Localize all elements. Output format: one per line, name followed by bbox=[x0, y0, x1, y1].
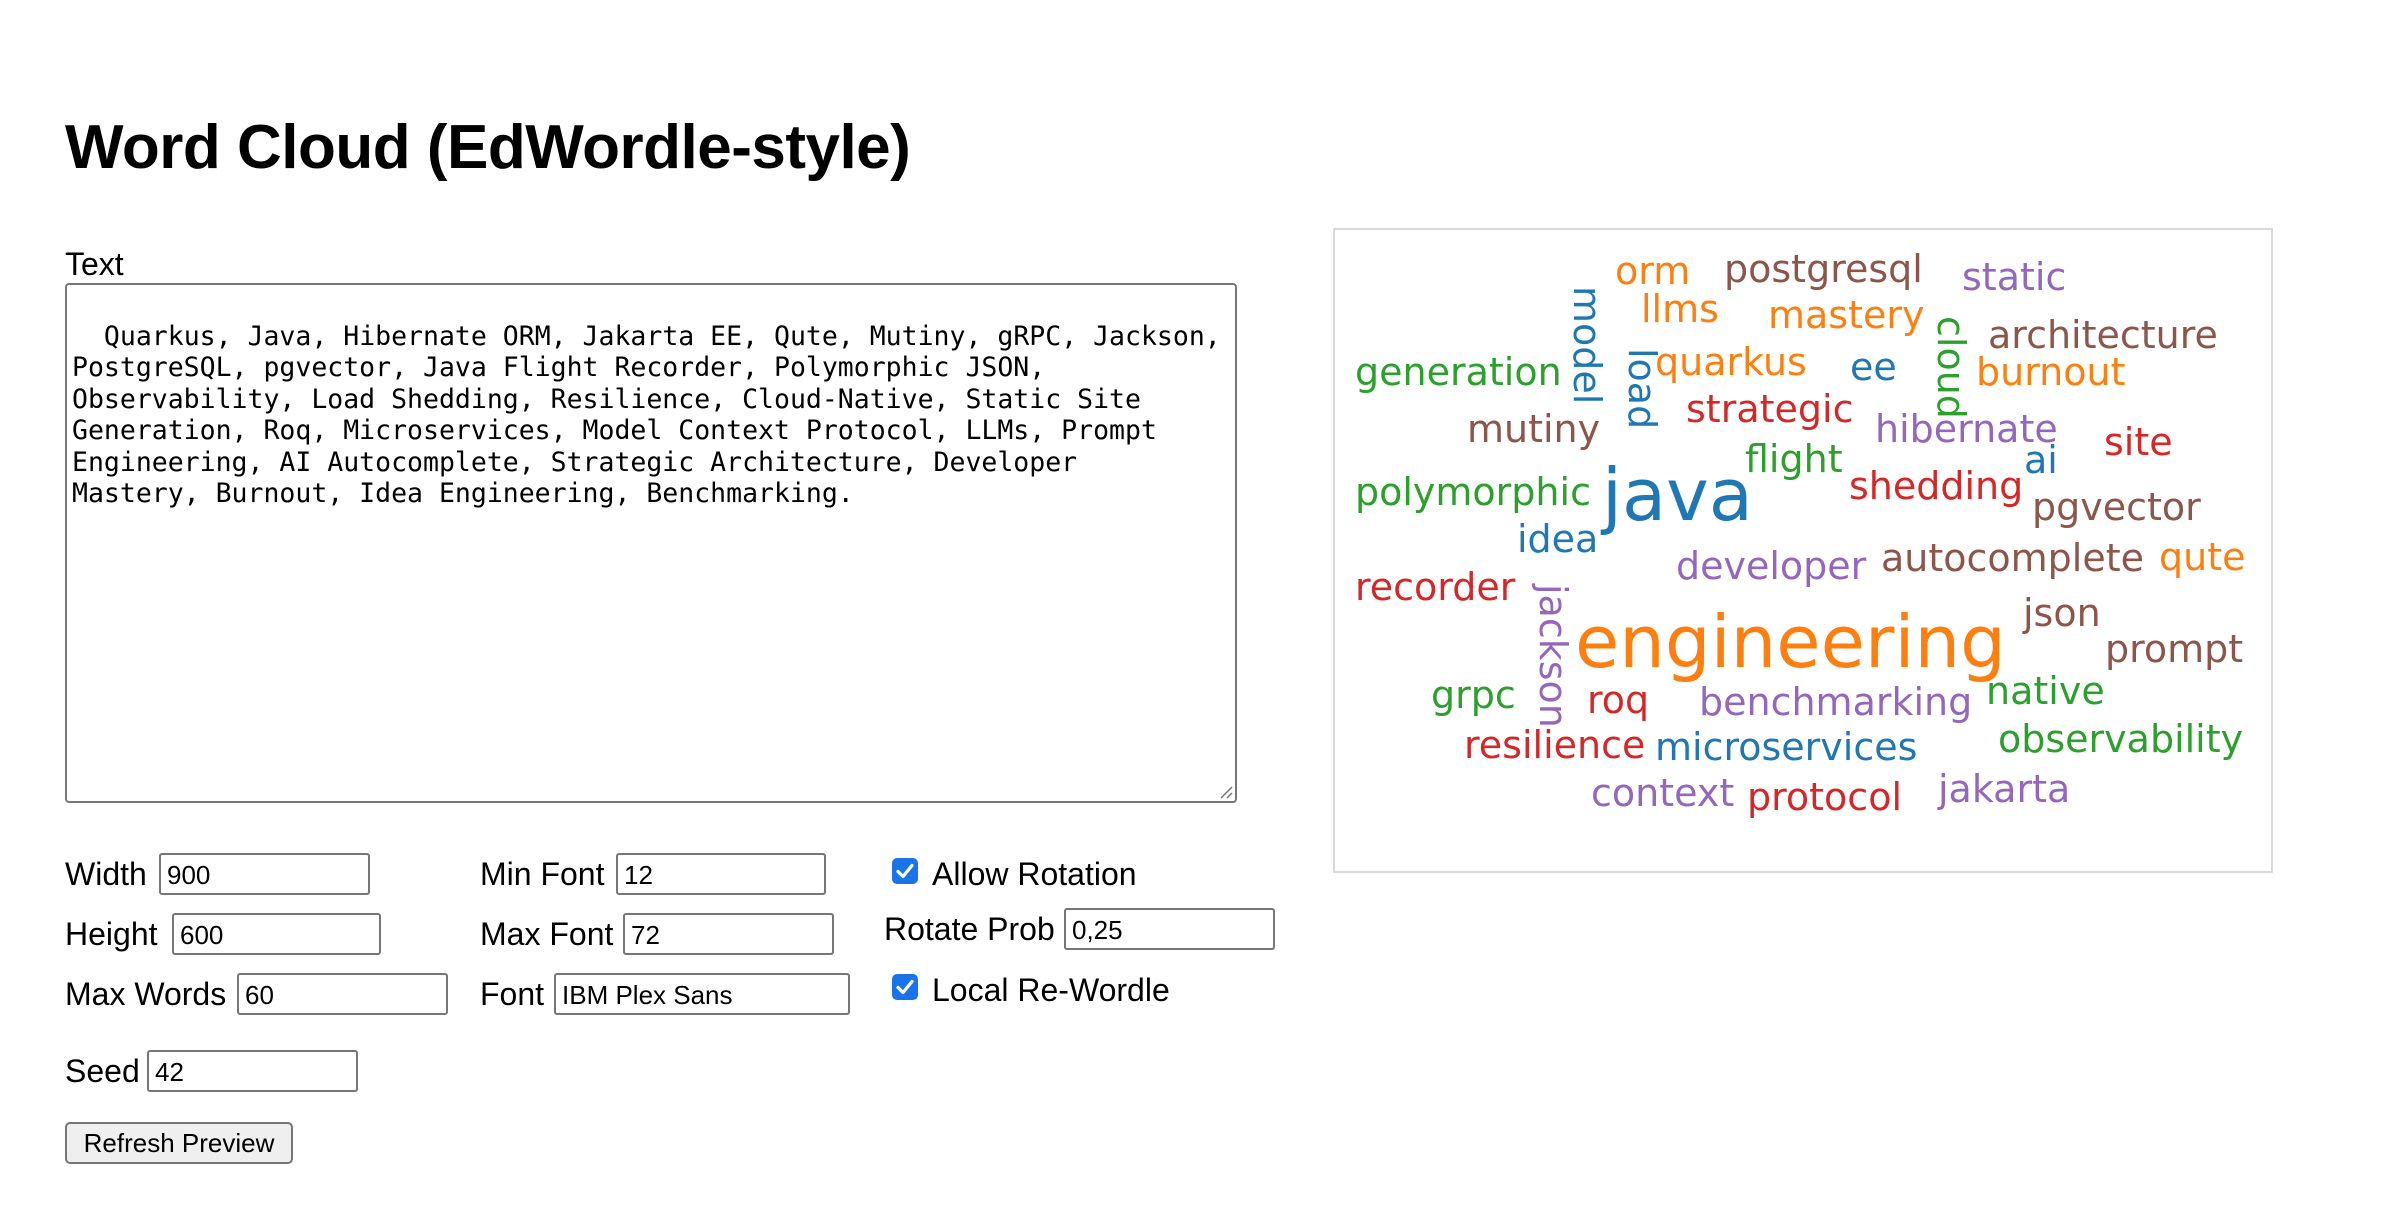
cloud-word-json: json bbox=[2022, 591, 2101, 635]
cloud-word-polymorphic: polymorphic bbox=[1355, 470, 1591, 514]
local-rewordle-checkbox[interactable] bbox=[892, 974, 918, 1000]
cloud-word-qute: qute bbox=[2159, 535, 2245, 579]
cloud-word-prompt: prompt bbox=[2105, 627, 2243, 671]
cloud-word-flight: flight bbox=[1745, 437, 1843, 481]
cloud-word-recorder: recorder bbox=[1355, 565, 1516, 609]
min-font-input[interactable]: 12 bbox=[616, 853, 826, 895]
cloud-word-benchmarking: benchmarking bbox=[1699, 680, 1972, 724]
cloud-word-protocol: protocol bbox=[1747, 775, 1902, 819]
width-input[interactable]: 900 bbox=[159, 853, 370, 895]
cloud-word-grpc: grpc bbox=[1431, 673, 1516, 717]
cloud-word-strategic: strategic bbox=[1686, 387, 1853, 431]
resize-grip-icon[interactable] bbox=[1217, 783, 1233, 799]
cloud-word-resilience: resilience bbox=[1464, 723, 1645, 767]
checkmark-icon bbox=[896, 863, 914, 879]
cloud-word-java: java bbox=[1600, 453, 1753, 537]
word-cloud-preview: orm postgresql static model llms mastery… bbox=[1333, 228, 2273, 873]
cloud-word-llms: llms bbox=[1641, 287, 1719, 331]
cloud-word-static: static bbox=[1962, 255, 2066, 299]
cloud-word-ee: ee bbox=[1850, 345, 1897, 389]
text-label: Text bbox=[65, 246, 124, 282]
cloud-word-engineering: engineering bbox=[1575, 600, 2006, 684]
page-title: Word Cloud (EdWordle-style) bbox=[65, 113, 911, 182]
cloud-word-mastery: mastery bbox=[1768, 293, 1925, 337]
cloud-word-burnout: burnout bbox=[1976, 350, 2125, 394]
cloud-word-generation: generation bbox=[1355, 350, 1562, 394]
cloud-word-autocomplete: autocomplete bbox=[1881, 536, 2144, 580]
checkmark-icon bbox=[896, 979, 914, 995]
cloud-word-shedding: shedding bbox=[1849, 464, 2023, 508]
max-font-label: Max Font bbox=[480, 916, 614, 952]
cloud-word-ai: ai bbox=[2024, 438, 2058, 482]
font-input[interactable]: IBM Plex Sans bbox=[554, 973, 850, 1015]
cloud-word-native: native bbox=[1986, 669, 2105, 713]
height-input[interactable]: 600 bbox=[172, 913, 381, 955]
cloud-word-jakarta: jakarta bbox=[1937, 767, 2070, 811]
cloud-word-developer: developer bbox=[1676, 544, 1867, 588]
cloud-word-microservices: microservices bbox=[1655, 725, 1917, 769]
refresh-preview-button[interactable]: Refresh Preview bbox=[65, 1122, 293, 1164]
cloud-word-idea: idea bbox=[1517, 517, 1598, 561]
local-rewordle-label: Local Re-Wordle bbox=[932, 972, 1170, 1008]
cloud-word-mutiny: mutiny bbox=[1467, 407, 1600, 451]
min-font-label: Min Font bbox=[480, 856, 605, 892]
font-label: Font bbox=[480, 976, 545, 1012]
max-words-input[interactable]: 60 bbox=[237, 973, 448, 1015]
rotate-prob-input[interactable]: 0,25 bbox=[1064, 908, 1275, 950]
rotate-prob-label: Rotate Prob bbox=[884, 911, 1055, 947]
cloud-word-jackson: jackson bbox=[1531, 583, 1575, 728]
cloud-word-observability: observability bbox=[1998, 717, 2243, 761]
allow-rotation-checkbox[interactable] bbox=[892, 858, 918, 884]
width-label: Width bbox=[65, 856, 147, 892]
cloud-word-roq: roq bbox=[1587, 678, 1649, 722]
text-input[interactable]: Quarkus, Java, Hibernate ORM, Jakarta EE… bbox=[65, 283, 1237, 803]
cloud-word-site: site bbox=[2104, 420, 2173, 464]
text-input-value: Quarkus, Java, Hibernate ORM, Jakarta EE… bbox=[72, 320, 1221, 510]
height-label: Height bbox=[65, 916, 158, 952]
seed-label: Seed bbox=[65, 1053, 140, 1089]
seed-input[interactable]: 42 bbox=[147, 1050, 358, 1092]
max-font-input[interactable]: 72 bbox=[623, 913, 834, 955]
word-cloud-canvas: orm postgresql static model llms mastery… bbox=[1355, 247, 2245, 819]
cloud-word-quarkus: quarkus bbox=[1655, 340, 1807, 384]
max-words-label: Max Words bbox=[65, 976, 227, 1012]
cloud-word-context: context bbox=[1591, 771, 1734, 815]
cloud-word-cloud: cloud bbox=[1929, 316, 1973, 419]
cloud-word-postgresql: postgresql bbox=[1724, 247, 1923, 291]
cloud-word-model: model bbox=[1565, 286, 1609, 404]
allow-rotation-label: Allow Rotation bbox=[932, 856, 1137, 892]
cloud-word-pgvector: pgvector bbox=[2032, 485, 2201, 529]
